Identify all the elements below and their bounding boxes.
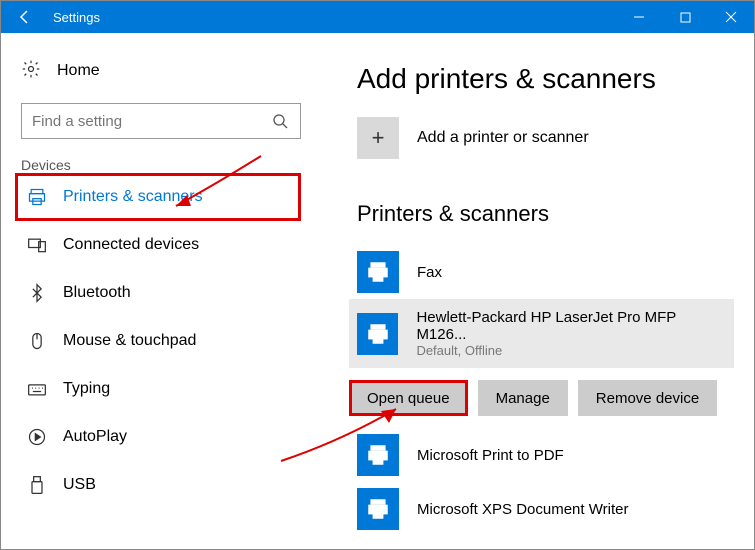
printer-item-fax[interactable]: Fax xyxy=(357,245,734,299)
add-printer-label: Add a printer or scanner xyxy=(417,129,589,147)
nav-usb[interactable]: USB xyxy=(21,461,301,509)
nav-label: Typing xyxy=(63,380,110,398)
nav-printers-scanners[interactable]: Printers & scanners xyxy=(15,173,301,221)
gear-icon xyxy=(21,59,41,84)
search-icon xyxy=(270,113,290,129)
close-button[interactable] xyxy=(708,1,754,33)
printer-name: Hewlett-Packard HP LaserJet Pro MFP M126… xyxy=(416,309,726,343)
bluetooth-icon xyxy=(27,283,47,303)
window-title: Settings xyxy=(49,10,100,25)
printer-item-xps[interactable]: Microsoft XPS Document Writer xyxy=(357,482,734,536)
printer-name: Fax xyxy=(417,264,442,281)
printer-device-icon xyxy=(357,434,399,476)
nav-connected-devices[interactable]: Connected devices xyxy=(21,221,301,269)
nav-typing[interactable]: Typing xyxy=(21,365,301,413)
search-box[interactable] xyxy=(21,103,301,139)
manage-button[interactable]: Manage xyxy=(478,380,568,416)
usb-icon xyxy=(27,475,47,495)
search-input[interactable] xyxy=(32,113,270,130)
home-label: Home xyxy=(57,62,100,80)
back-button[interactable] xyxy=(1,1,49,33)
minimize-button[interactable] xyxy=(616,1,662,33)
nav-bluetooth[interactable]: Bluetooth xyxy=(21,269,301,317)
printer-device-icon xyxy=(357,313,398,355)
add-printer-button[interactable]: + Add a printer or scanner xyxy=(357,117,734,159)
keyboard-icon xyxy=(27,379,47,399)
title-bar: Settings xyxy=(1,1,754,33)
printer-device-icon xyxy=(357,488,399,530)
main-panel: Add printers & scanners + Add a printer … xyxy=(321,33,754,549)
printer-status: Default, Offline xyxy=(416,343,726,358)
plus-icon: + xyxy=(357,117,399,159)
printer-icon xyxy=(27,187,47,207)
maximize-button[interactable] xyxy=(662,1,708,33)
devices-icon xyxy=(27,235,47,255)
nav-autoplay[interactable]: AutoPlay xyxy=(21,413,301,461)
category-header: Devices xyxy=(21,157,301,173)
autoplay-icon xyxy=(27,427,47,447)
open-queue-button[interactable]: Open queue xyxy=(349,380,468,416)
heading-add-printers: Add printers & scanners xyxy=(357,63,734,95)
nav-label: Printers & scanners xyxy=(63,188,203,206)
printer-name: Microsoft XPS Document Writer xyxy=(417,501,628,518)
printer-device-icon xyxy=(357,251,399,293)
nav-label: USB xyxy=(63,476,96,494)
printer-actions: Open queue Manage Remove device xyxy=(349,380,734,416)
printer-item-hp[interactable]: Hewlett-Packard HP LaserJet Pro MFP M126… xyxy=(349,299,734,368)
printer-name: Microsoft Print to PDF xyxy=(417,447,564,464)
mouse-icon xyxy=(27,331,47,351)
sidebar: Home Devices Printers & scanners Connect… xyxy=(1,33,321,549)
nav-mouse-touchpad[interactable]: Mouse & touchpad xyxy=(21,317,301,365)
home-nav[interactable]: Home xyxy=(21,51,301,91)
heading-printers-list: Printers & scanners xyxy=(357,201,734,227)
nav-label: AutoPlay xyxy=(63,428,127,446)
printer-item-ms-pdf[interactable]: Microsoft Print to PDF xyxy=(357,428,734,482)
nav-label: Mouse & touchpad xyxy=(63,332,196,350)
nav-label: Bluetooth xyxy=(63,284,131,302)
remove-device-button[interactable]: Remove device xyxy=(578,380,717,416)
nav-label: Connected devices xyxy=(63,236,199,254)
